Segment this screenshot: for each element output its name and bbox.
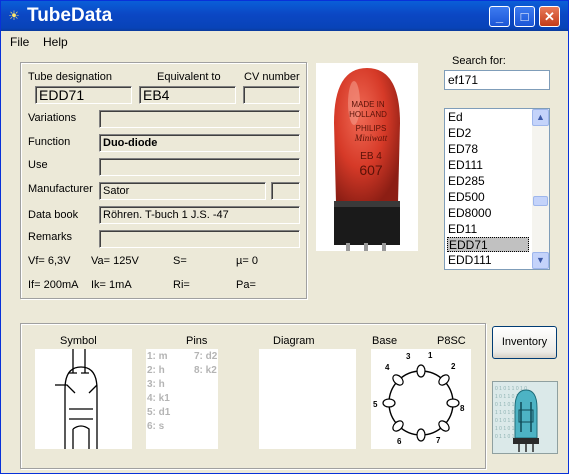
variations-label: Variations (28, 112, 77, 124)
diagram-box (259, 349, 356, 449)
base-pin-6: 6 (397, 437, 402, 446)
list-item[interactable]: EDD111 (447, 253, 529, 268)
diagram-label: Diagram (273, 335, 315, 347)
databook-field[interactable]: Röhren. T-buch 1 J.S. -47 (99, 206, 300, 224)
pin-6: 6: s (147, 421, 165, 432)
va-value: Va= 125V (91, 255, 139, 267)
close-button[interactable]: ✕ (539, 6, 560, 27)
list-item[interactable]: ED2 (447, 126, 529, 141)
ri-value: Ri= (173, 279, 190, 291)
s-value: S= (173, 255, 187, 267)
tube-list[interactable]: Ed ED2 ED78 ED111 ED285 ED500 ED8000 ED1… (444, 108, 550, 270)
pin-2: 2: h (147, 365, 165, 376)
pin-8: 8: k2 (194, 365, 217, 376)
base-pin-5: 5 (373, 400, 378, 409)
base-diagram: 1 2 3 4 5 6 7 8 (371, 349, 471, 449)
use-field[interactable] (99, 158, 300, 176)
list-scrollbar[interactable]: ▲ ▼ (532, 109, 549, 269)
base-pin-7: 7 (436, 436, 441, 445)
tube-designation-label: Tube designation (28, 71, 112, 83)
base-pin-3: 3 (406, 352, 411, 361)
tube-logo-icon: 0 1 0 1 1 0 1 0 1 0 1 1 0 1 0 1 0 1 1 0 … (492, 381, 558, 454)
pin-7: 7: d2 (194, 351, 218, 362)
base-type-label: P8SC (437, 335, 466, 347)
list-item[interactable]: ED500 (447, 190, 529, 205)
scroll-thumb[interactable] (533, 196, 548, 206)
scroll-down-icon[interactable]: ▼ (532, 252, 549, 269)
cv-number-label: CV number (244, 71, 300, 83)
search-label: Search for: (452, 55, 506, 67)
tube-photo: MADE IN HOLLAND PHILIPS Miniwatt EB 4 60… (316, 63, 418, 251)
pin-3: 3: h (147, 379, 165, 390)
photo-text-made-in: MADE IN (351, 100, 385, 109)
pins-box: 1: m 2: h 3: h 4: k1 5: d1 6: s 7: d2 8:… (146, 349, 218, 449)
pin-5: 5: d1 (147, 407, 171, 418)
list-item-selected[interactable]: EDD71 (447, 237, 529, 252)
pin-4: 4: k1 (147, 393, 170, 404)
title-bar[interactable]: ☀ TubeData _ □ ✕ (1, 1, 568, 31)
manufacturer-extra-field[interactable] (271, 182, 300, 200)
inventory-button[interactable]: Inventory (492, 326, 557, 359)
pa-value: Pa= (236, 279, 256, 291)
symbol-label: Symbol (60, 335, 97, 347)
remarks-field[interactable] (99, 230, 300, 248)
photo-text-brand: PHILIPS (356, 124, 387, 133)
scroll-up-icon[interactable]: ▲ (532, 109, 549, 126)
base-pin-8: 8 (460, 404, 465, 413)
function-label: Function (28, 136, 71, 148)
list-item[interactable]: Ed (447, 110, 529, 125)
window-title: TubeData (27, 5, 113, 26)
app-window: ☀ TubeData _ □ ✕ File Help Tube designat… (0, 0, 569, 474)
cv-number-field[interactable] (243, 86, 300, 104)
vf-value: Vf= 6,3V (28, 255, 71, 267)
ik-value: Ik= 1mA (91, 279, 132, 291)
base-pin-2: 2 (451, 362, 456, 371)
photo-text-code: 607 (359, 162, 383, 178)
photo-text-model: EB 4 (360, 151, 382, 162)
menu-bar: File Help (1, 32, 568, 52)
base-label: Base (372, 335, 398, 347)
remarks-label: Remarks (28, 231, 73, 243)
search-input[interactable]: ef171 (444, 70, 550, 90)
list-item[interactable]: ED78 (447, 142, 529, 157)
minimize-button[interactable]: _ (489, 6, 510, 27)
manufacturer-field[interactable]: Sator (99, 182, 266, 200)
function-field[interactable]: Duo-diode (99, 134, 300, 152)
databook-label: Data book (28, 209, 79, 221)
photo-text-holland: HOLLAND (349, 110, 387, 119)
lightbulb-icon: ☀ (8, 8, 20, 23)
manufacturer-label: Manufacturer (28, 183, 93, 195)
maximize-button[interactable]: □ (514, 6, 535, 27)
variations-field[interactable] (99, 110, 300, 128)
menu-help[interactable]: Help (43, 35, 68, 49)
list-item[interactable]: ED11 (447, 222, 529, 237)
list-item[interactable]: ED111 (447, 158, 529, 173)
menu-file[interactable]: File (10, 35, 29, 49)
base-pin-4: 4 (385, 363, 390, 372)
tube-designation-field[interactable]: EDD71 (35, 86, 132, 104)
use-label: Use (28, 159, 48, 171)
base-pin-1: 1 (428, 351, 433, 360)
if-value: If= 200mA (28, 279, 79, 291)
pins-label: Pins (186, 335, 208, 347)
equivalent-label: Equivalent to (157, 71, 221, 83)
equivalent-field[interactable]: EB4 (139, 86, 236, 104)
tube-symbol (35, 349, 132, 449)
svg-text:Miniwatt: Miniwatt (354, 133, 388, 143)
list-item[interactable]: ED8000 (447, 206, 529, 221)
pin-1: 1: m (147, 351, 168, 362)
mu-value: µ= 0 (236, 255, 258, 267)
list-item[interactable]: ED285 (447, 174, 529, 189)
